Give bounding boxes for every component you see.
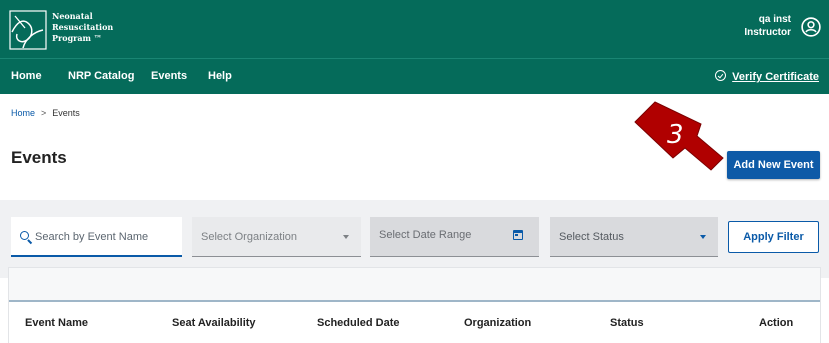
status-select[interactable]: Select Status [550, 217, 718, 257]
chevron-down-icon [343, 235, 349, 239]
events-table: Event Name Seat Availability Scheduled D… [8, 267, 821, 343]
column-seat-availability[interactable]: Seat Availability [172, 317, 256, 329]
table-toolbar [9, 268, 820, 300]
nrp-logo-icon[interactable] [9, 10, 47, 50]
check-circle-icon [715, 70, 727, 81]
user-avatar-icon[interactable] [801, 17, 821, 37]
main-nav: Home NRP Catalog Events Help Verify Cert… [0, 58, 829, 94]
breadcrumb-home[interactable]: Home [11, 108, 35, 118]
date-range-label: Select Date Range [379, 229, 472, 241]
column-scheduled-date[interactable]: Scheduled Date [317, 317, 400, 329]
nav-nrp-catalog[interactable]: NRP Catalog [68, 70, 134, 82]
column-status[interactable]: Status [610, 317, 644, 329]
column-event-name[interactable]: Event Name [25, 317, 88, 329]
column-organization[interactable]: Organization [464, 317, 531, 329]
logo-line-3: Program ™ [52, 33, 102, 43]
breadcrumb: Home > Events [11, 108, 80, 118]
chevron-down-icon [700, 235, 706, 239]
add-new-event-button[interactable]: Add New Event [727, 151, 820, 179]
page-title: Events [11, 148, 67, 167]
logo-text: Neonatal Resuscitation Program ™ [52, 11, 113, 44]
search-placeholder: Search by Event Name [35, 231, 149, 243]
organization-select-label: Select Organization [201, 231, 297, 243]
nav-help[interactable]: Help [208, 70, 232, 82]
search-input[interactable]: Search by Event Name [11, 217, 182, 257]
date-range-picker[interactable]: Select Date Range [370, 217, 539, 257]
breadcrumb-separator: > [41, 108, 47, 118]
user-name: qa inst [758, 14, 791, 25]
user-role: Instructor [744, 27, 791, 38]
logo-line-1: Neonatal [52, 11, 93, 21]
search-icon [20, 231, 29, 240]
table-header-row: Event Name Seat Availability Scheduled D… [9, 300, 820, 343]
column-action: Action [759, 317, 794, 329]
verify-certificate-label: Verify Certificate [732, 71, 819, 83]
apply-filter-button[interactable]: Apply Filter [728, 221, 819, 253]
nav-home[interactable]: Home [11, 70, 42, 82]
nav-events[interactable]: Events [151, 70, 187, 82]
breadcrumb-current: Events [52, 108, 80, 118]
logo-line-2: Resuscitation [52, 22, 114, 32]
organization-select[interactable]: Select Organization [192, 217, 361, 257]
top-header: Neonatal Resuscitation Program ™ qa inst… [0, 0, 829, 58]
annotation-number: 3 [667, 120, 684, 150]
user-info[interactable]: qa inst Instructor [744, 13, 791, 39]
verify-certificate-link[interactable]: Verify Certificate [715, 70, 819, 83]
status-select-label: Select Status [559, 231, 624, 243]
calendar-icon[interactable] [513, 230, 523, 240]
